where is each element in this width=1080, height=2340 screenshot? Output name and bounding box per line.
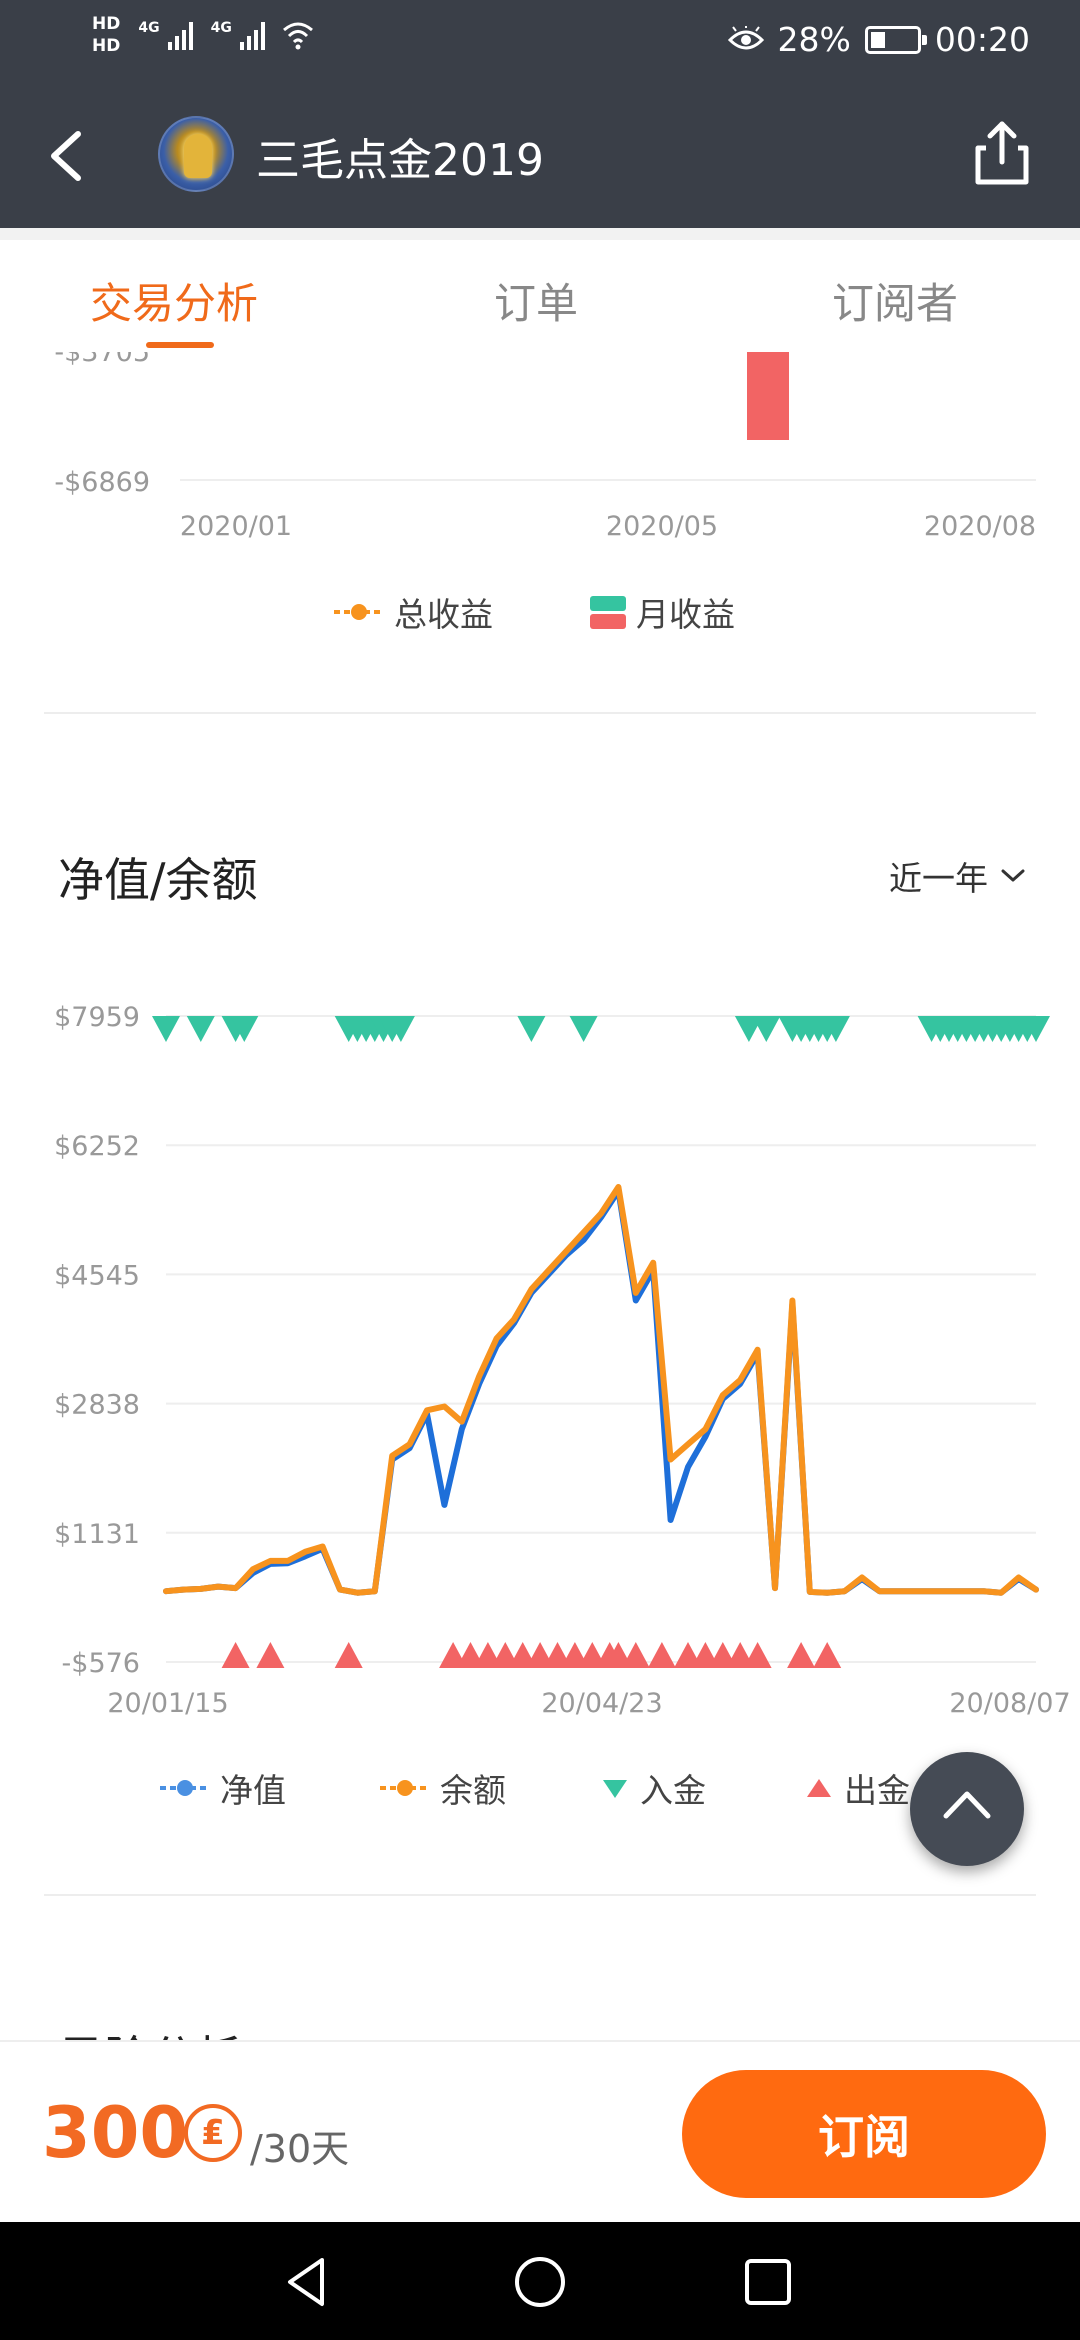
tab-active-indicator (146, 342, 214, 348)
legend-label: 月收益 (636, 595, 735, 634)
profit-x-tick: 2020/08 (924, 511, 1036, 542)
back-arrow-icon[interactable] (36, 120, 100, 192)
battery-icon (864, 25, 927, 54)
clock: 00:20 (934, 20, 1030, 59)
triangle-up-icon (807, 1779, 831, 1797)
tab-bar: 交易分析 订单 订阅者 (0, 240, 1080, 352)
y-tick-label: $6252 (54, 1131, 140, 1162)
coin-icon: ₤ (184, 2104, 242, 2162)
deposit-marker (152, 1016, 180, 1042)
legend-label: 入金 (640, 1771, 706, 1810)
profit-x-tick: 2020/05 (606, 511, 718, 542)
network-indicators: HD HD 4G 4G (92, 14, 315, 56)
divider (44, 1894, 1036, 1896)
nav-recents-icon[interactable] (738, 2252, 798, 2312)
signal-1: 4G (138, 20, 193, 50)
profit-legend: 总收益 月收益 (0, 588, 1080, 634)
withdrawal-marker (221, 1642, 250, 1668)
withdrawal-marker (334, 1642, 363, 1668)
legend-withdrawal[interactable]: 出金 (804, 1764, 910, 1812)
avatar[interactable] (158, 116, 234, 192)
legend-label: 余额 (440, 1771, 506, 1810)
divider (44, 712, 1036, 714)
equity-section-title: 净值/余额 (58, 853, 258, 907)
signal-bars-icon (239, 20, 265, 50)
x-tick-label: 20/08/07 (949, 1688, 1070, 1719)
status-right: 28% 00:20 (727, 20, 1030, 59)
signal-bars-icon (167, 20, 193, 50)
range-dropdown[interactable]: 近一年 (889, 852, 1026, 900)
battery-percent: 28% (777, 20, 851, 59)
line-dot-icon (380, 1780, 430, 1796)
line-dot-icon (334, 604, 384, 620)
range-value: 近一年 (889, 859, 988, 898)
tab-subscribers[interactable]: 订阅者 (832, 270, 958, 331)
withdrawal-marker (621, 1642, 650, 1668)
deposit-marker (569, 1016, 598, 1042)
legend-equity[interactable]: 净值 (160, 1764, 286, 1812)
profit-y-tick: -$6869 (54, 467, 150, 498)
deposit-marker (517, 1016, 546, 1042)
deposit-marker (186, 1016, 215, 1042)
wifi-icon (282, 22, 313, 50)
chevron-up-icon (943, 1791, 991, 1819)
bar-icon (590, 596, 626, 629)
scroll-to-top-button[interactable] (910, 1752, 1024, 1866)
legend-label: 净值 (220, 1771, 286, 1810)
legend-label: 总收益 (394, 595, 493, 634)
subscribe-bar: 300 ₤ /30天 订阅 (0, 2040, 1080, 2222)
eye-comfort-icon (727, 25, 764, 49)
withdrawal-marker (647, 1642, 676, 1668)
deposit-marker (752, 1016, 781, 1042)
y-tick-label: $7959 (54, 1002, 140, 1033)
network-type-label: 4G (138, 20, 160, 36)
nav-back-icon[interactable] (278, 2252, 338, 2312)
legend-label: 出金 (844, 1771, 910, 1810)
system-nav-bar (0, 2222, 1080, 2340)
tab-orders[interactable]: 订单 (494, 270, 578, 331)
x-tick-label: 20/04/23 (541, 1688, 662, 1719)
share-icon[interactable] (964, 116, 1040, 192)
y-tick-label: -$576 (62, 1648, 140, 1679)
hd-icon-2: HD (92, 36, 121, 56)
status-bar: HD HD 4G 4G 28% 00:20 (0, 0, 1080, 84)
legend-balance[interactable]: 余额 (380, 1764, 506, 1812)
profit-x-tick: 2020/01 (180, 511, 292, 542)
y-tick-label: $1131 (54, 1519, 140, 1550)
line-dot-icon (160, 1780, 210, 1796)
hd-icon-1: HD (92, 14, 121, 34)
tab-trade-analysis[interactable]: 交易分析 (90, 270, 258, 331)
x-tick-label: 20/01/15 (107, 1688, 228, 1719)
legend-total-profit[interactable]: 总收益 (334, 588, 493, 636)
profit-x-axis: 2020/01 2020/05 2020/08 (180, 511, 1036, 542)
withdrawal-marker (787, 1642, 816, 1668)
y-tick-label: $4545 (54, 1260, 140, 1291)
signal-2: 4G (211, 20, 265, 50)
page-title: 三毛点金2019 (256, 135, 544, 186)
chevron-down-icon (1001, 869, 1025, 882)
y-tick-label: $2838 (54, 1390, 140, 1421)
price: 300 (42, 2092, 189, 2174)
legend-deposit[interactable]: 入金 (600, 1764, 706, 1812)
nav-home-icon[interactable] (510, 2252, 570, 2312)
legend-monthly-profit[interactable]: 月收益 (590, 588, 735, 636)
network-type-label: 4G (210, 20, 232, 36)
subscribe-button[interactable]: 订阅 (682, 2070, 1046, 2198)
withdrawal-marker (743, 1642, 772, 1668)
triangle-down-icon (603, 1780, 627, 1798)
price-period: /30天 (250, 2127, 350, 2171)
app-bar: 三毛点金2019 (0, 84, 1080, 228)
equity-balance-chart: $7959 $6252 $4545 $2838 $1131 -$576 20/01/15 20… (54, 1002, 1071, 1719)
monthly-profit-bar (747, 352, 789, 440)
withdrawal-marker (256, 1642, 285, 1668)
hd-icons: HD HD (92, 14, 120, 56)
withdrawal-marker (813, 1642, 842, 1668)
